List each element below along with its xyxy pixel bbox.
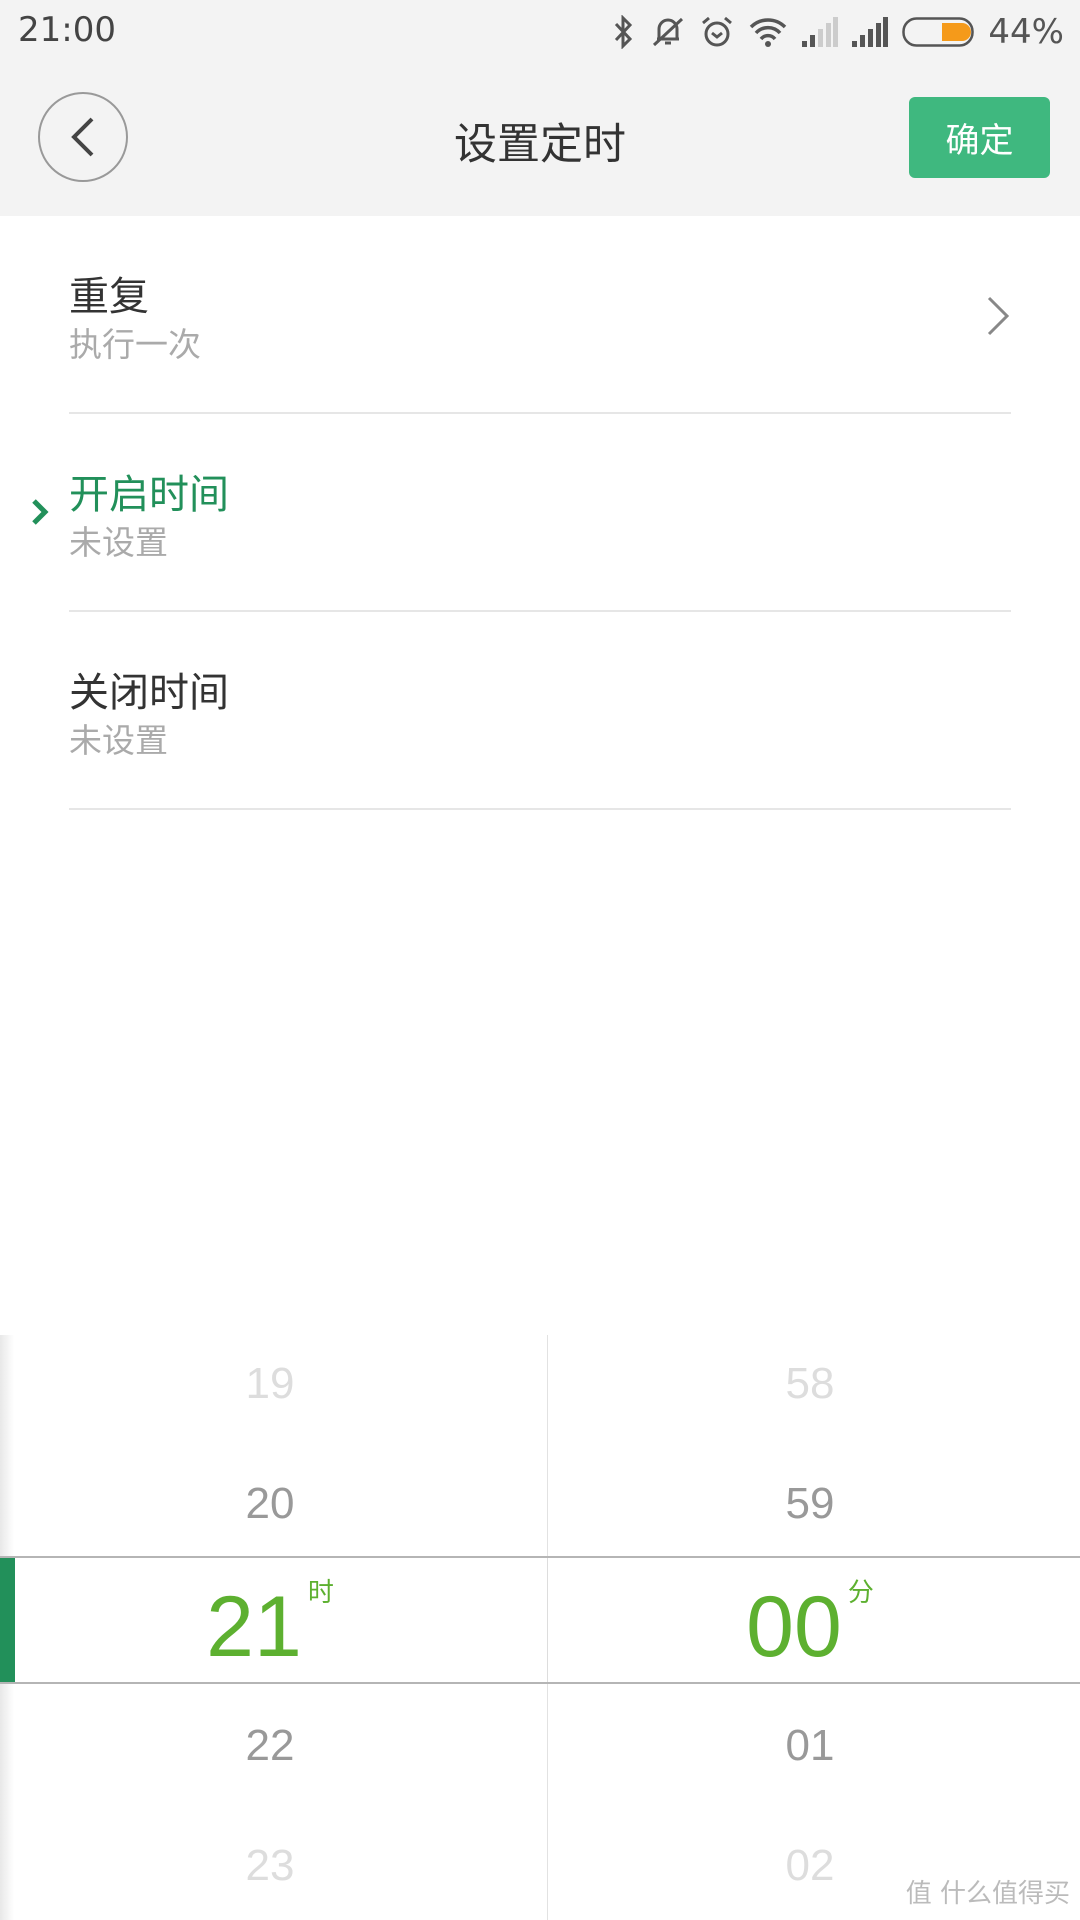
hour-unit: 时 — [307, 1577, 334, 1607]
status-time: 21:00 — [18, 10, 116, 50]
battery-percent: 44% — [988, 12, 1064, 52]
row-title: 开启时间 — [69, 472, 229, 518]
battery-icon — [902, 17, 975, 47]
mute-icon — [653, 17, 684, 47]
watermark: 值 什么值得买 — [905, 1879, 1070, 1909]
time-picker: 19 20 22 23 58 59 01 02 21 时 00 分 值 什么值得买 — [0, 1335, 1080, 1920]
row-value: 未设置 — [69, 721, 168, 760]
row-title: 关闭时间 — [69, 670, 229, 716]
alarm-icon — [702, 16, 733, 47]
row-value: 执行一次 — [69, 325, 201, 364]
hour-option[interactable]: 19 — [0, 1359, 540, 1409]
row-title: 重复 — [69, 274, 149, 320]
list-item-repeat[interactable]: 重复 执行一次 — [69, 216, 1011, 414]
row-value: 未设置 — [69, 523, 168, 562]
list-item-end-time[interactable]: 关闭时间 未设置 — [69, 612, 1011, 810]
hour-option[interactable]: 23 — [0, 1841, 540, 1891]
minute-unit: 分 — [847, 1577, 874, 1607]
status-bar: 21:00 44% — [0, 0, 1080, 64]
minute-option[interactable]: 01 — [540, 1721, 1080, 1771]
active-indicator-icon — [32, 499, 49, 525]
selected-hour[interactable]: 21 时 — [0, 1577, 540, 1677]
bluetooth-icon — [615, 15, 633, 49]
minute-option[interactable]: 59 — [540, 1479, 1080, 1529]
signal-icon — [852, 17, 889, 47]
wifi-icon — [750, 18, 787, 47]
selected-minute[interactable]: 00 分 — [540, 1577, 1080, 1677]
top-area: 21:00 44% 设置定时 确定 — [0, 0, 1080, 216]
hour-option[interactable]: 20 — [0, 1479, 540, 1529]
hour-option[interactable]: 22 — [0, 1721, 540, 1771]
signal-icon — [802, 17, 839, 47]
selected-band: 21 时 00 分 — [0, 1556, 1080, 1684]
minute-option[interactable]: 58 — [540, 1359, 1080, 1409]
confirm-button[interactable]: 确定 — [909, 97, 1050, 178]
list-item-start-time[interactable]: 开启时间 未设置 — [69, 414, 1011, 612]
chevron-right-icon — [987, 296, 1010, 336]
